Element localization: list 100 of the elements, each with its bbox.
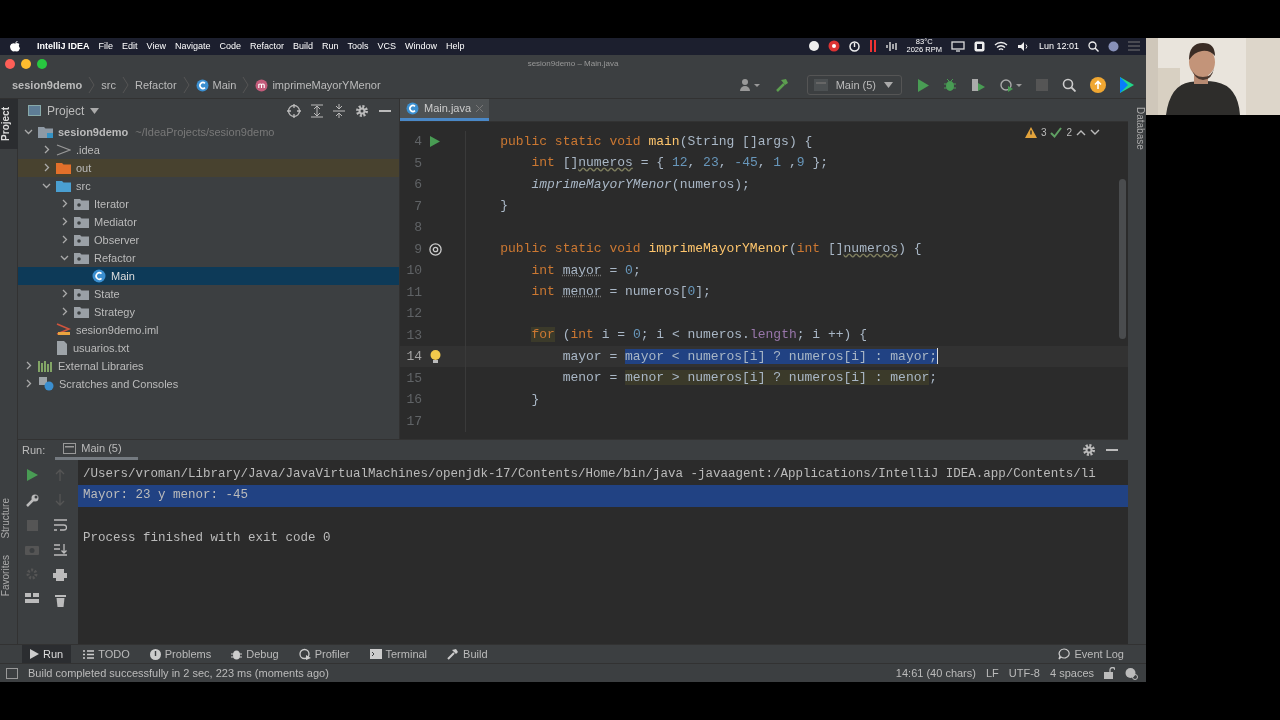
run-configuration-dropdown[interactable]: Main (5) xyxy=(806,75,902,96)
update-icon[interactable] xyxy=(1090,77,1106,94)
chevron-icon[interactable] xyxy=(60,289,69,299)
status-item[interactable]: 4 spaces xyxy=(1049,667,1094,680)
tree-item[interactable]: sesion9demo.iml xyxy=(18,320,399,339)
side-tab[interactable]: Project xyxy=(0,98,18,149)
pause-icon[interactable] xyxy=(868,40,877,53)
run-icon[interactable] xyxy=(430,136,440,147)
menu-item[interactable]: Code xyxy=(219,41,241,52)
tree-item[interactable]: src xyxy=(18,176,399,195)
lightbulb-icon[interactable] xyxy=(429,349,441,364)
run-icon[interactable] xyxy=(26,468,38,481)
project-view-dropdown[interactable]: Project xyxy=(28,103,100,118)
app-menu[interactable]: IntelliJ IDEA xyxy=(37,41,90,52)
event-log-tab[interactable]: Event Log xyxy=(1050,644,1132,664)
tree-item[interactable]: sesion9demo ~/IdeaProjects/sesion9demo xyxy=(18,122,399,141)
side-tab[interactable]: Database xyxy=(1128,98,1146,158)
menu-item[interactable]: Help xyxy=(446,41,465,52)
settings-icon[interactable] xyxy=(355,103,369,118)
breadcrumb[interactable]: Refactor xyxy=(135,79,177,92)
chevron-icon[interactable] xyxy=(24,127,33,137)
wifi-icon[interactable] xyxy=(993,40,1008,52)
soft-wrap-icon[interactable] xyxy=(53,518,67,531)
menu-item[interactable]: View xyxy=(146,41,166,52)
circle-icon[interactable] xyxy=(808,41,819,52)
tool-window-tab[interactable]: Terminal xyxy=(361,644,436,664)
record-icon[interactable] xyxy=(827,40,840,53)
search-icon[interactable] xyxy=(1062,78,1076,93)
chevron-icon[interactable] xyxy=(60,253,69,263)
profiler-icon[interactable] xyxy=(1000,78,1022,93)
printer-icon[interactable] xyxy=(53,568,67,581)
trash-icon[interactable] xyxy=(54,593,66,607)
chevron-icon[interactable] xyxy=(24,361,33,371)
menu-item[interactable]: Build xyxy=(292,41,313,52)
collapse-all-icon[interactable] xyxy=(333,103,345,118)
breadcrumb[interactable]: src xyxy=(101,79,116,92)
status-item[interactable]: UTF-8 xyxy=(1008,667,1040,680)
menu-item[interactable]: Refactor xyxy=(249,41,284,52)
tree-item[interactable]: Iterator xyxy=(18,194,399,213)
tree-item[interactable]: Mediator xyxy=(18,212,399,231)
tree-item[interactable]: .idea xyxy=(18,140,399,159)
layout-icon[interactable] xyxy=(25,592,39,603)
chevron-icon[interactable] xyxy=(42,163,51,173)
status-item[interactable]: 14:61 (40 chars) xyxy=(895,667,976,680)
tree-item[interactable]: State xyxy=(18,284,399,303)
breadcrumb[interactable]: Main xyxy=(195,78,237,92)
wrench-icon[interactable] xyxy=(25,493,39,507)
globe-icon[interactable] xyxy=(1108,40,1119,52)
tree-item[interactable]: Observer xyxy=(18,230,399,249)
menu-item[interactable]: File xyxy=(98,41,114,52)
scroll-to-end-icon[interactable] xyxy=(53,543,67,556)
coverage-icon[interactable] xyxy=(971,78,986,93)
menu-item[interactable]: Navigate xyxy=(174,41,211,52)
side-tab[interactable]: Favorites xyxy=(0,546,18,604)
expand-all-icon[interactable] xyxy=(311,103,323,118)
chevron-icon[interactable] xyxy=(60,217,69,227)
power-icon[interactable] xyxy=(848,40,860,52)
tool-window-tab[interactable]: Build xyxy=(439,644,496,664)
tree-item[interactable]: usuarios.txt xyxy=(18,338,399,357)
tool-window-tab[interactable]: TODO xyxy=(75,644,138,664)
square-icon[interactable] xyxy=(973,40,985,52)
chevron-icon[interactable] xyxy=(60,199,69,209)
menu-item[interactable]: Edit xyxy=(122,41,138,52)
speaker-icon[interactable] xyxy=(1016,40,1030,52)
menu-item[interactable]: Tools xyxy=(347,41,369,52)
apple-icon[interactable] xyxy=(10,40,20,53)
tool-window-tab[interactable]: Profiler xyxy=(290,644,358,664)
menu-item[interactable]: Run xyxy=(322,41,339,52)
chevron-icon[interactable] xyxy=(42,181,51,191)
at-sign-icon[interactable] xyxy=(428,242,442,256)
panel-toggle-icon[interactable] xyxy=(6,667,18,679)
crosshair-icon[interactable] xyxy=(287,103,301,118)
tool-window-tab[interactable]: Debug xyxy=(223,644,287,664)
tree-item[interactable]: Scratches and Consoles xyxy=(18,374,399,393)
toolbox-logo-icon[interactable] xyxy=(1120,77,1134,94)
tree-item[interactable]: Strategy xyxy=(18,302,399,321)
user-icon[interactable] xyxy=(738,78,761,93)
menu-item[interactable]: VCS xyxy=(377,41,397,52)
tree-item[interactable]: Main xyxy=(18,266,399,285)
menu-item[interactable]: Window xyxy=(405,41,438,52)
lock-icon[interactable] xyxy=(1104,667,1115,680)
breadcrumb[interactable]: imprimeMayorYMenor xyxy=(255,78,381,92)
waveform-icon[interactable] xyxy=(885,40,898,52)
editor-tab[interactable]: Main.java xyxy=(400,98,490,121)
scrollbar[interactable] xyxy=(1119,178,1126,339)
inspector-icon[interactable] xyxy=(1125,666,1138,680)
hammer-icon[interactable] xyxy=(774,78,789,93)
check-icon[interactable] xyxy=(1050,126,1063,138)
run-icon[interactable] xyxy=(918,78,929,92)
bug-icon[interactable] xyxy=(943,78,957,93)
chevron-icon[interactable] xyxy=(60,235,69,245)
tree-item[interactable]: External Libraries xyxy=(18,356,399,375)
tool-window-tab[interactable]: Run xyxy=(22,644,72,664)
chevron-icon[interactable] xyxy=(24,379,33,389)
search-icon[interactable] xyxy=(1088,40,1099,52)
chevron-icon[interactable] xyxy=(60,307,69,317)
monitor-icon[interactable] xyxy=(950,40,965,52)
side-tab[interactable]: Structure xyxy=(0,490,18,547)
chevron-icon[interactable] xyxy=(42,145,51,155)
tree-item[interactable]: Refactor xyxy=(18,248,399,267)
